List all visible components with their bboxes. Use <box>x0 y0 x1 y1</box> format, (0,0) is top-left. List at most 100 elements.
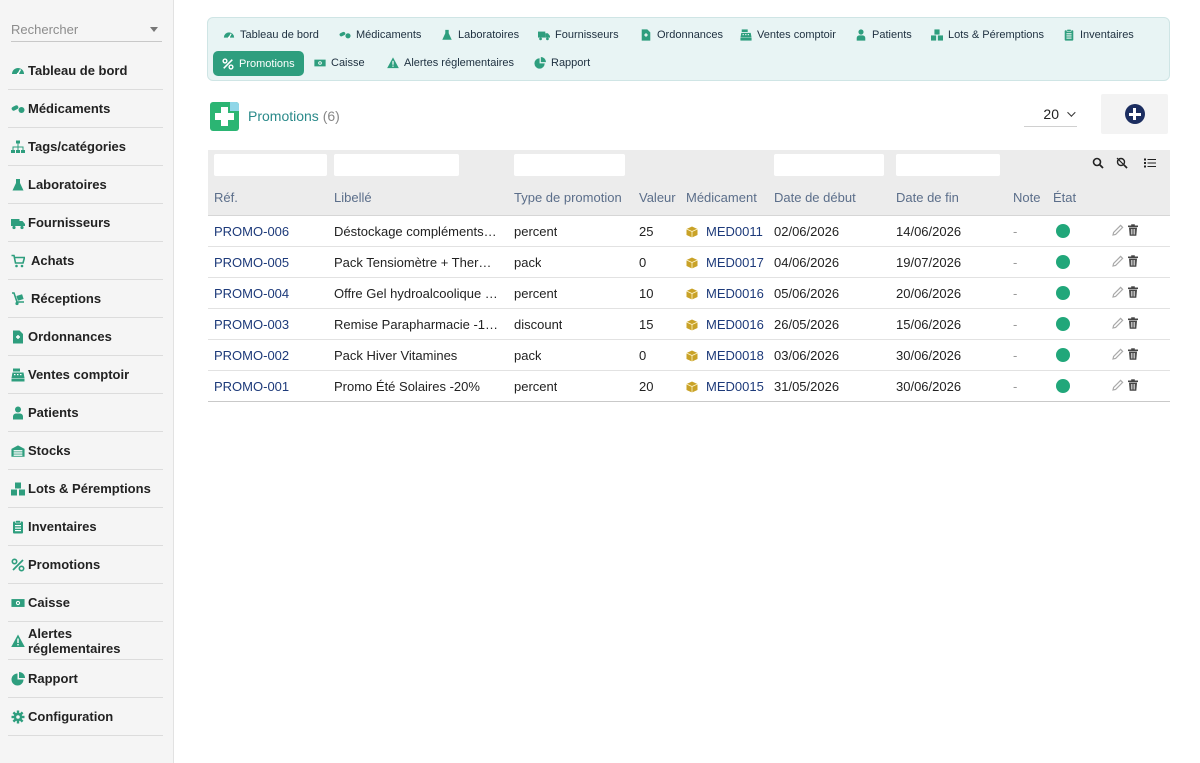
list-columns-icon[interactable] <box>1144 157 1156 169</box>
table-row[interactable]: PROMO-006 Déstockage compléments -... perc… <box>208 216 1170 247</box>
filter-start-date-input[interactable] <box>774 154 884 176</box>
sidebar-item-m-dicaments[interactable]: Médicaments <box>8 90 163 128</box>
sidebar-item-fournisseurs[interactable]: Fournisseurs <box>8 204 163 242</box>
promo-ref-link[interactable]: PROMO-002 <box>214 348 289 363</box>
filter-label-input[interactable] <box>334 154 459 176</box>
sidebar-item-tags-cat-gories[interactable]: Tags/catégories <box>8 128 163 166</box>
delete-trash-icon[interactable] <box>1127 286 1139 298</box>
sidebar-item-laboratoires[interactable]: Laboratoires <box>8 166 163 204</box>
medication-link[interactable]: MED0018 <box>686 348 764 363</box>
nav-tab-m-dicaments[interactable]: Médicaments <box>333 23 427 47</box>
nav-tab-laboratoires[interactable]: Laboratoires <box>435 23 525 47</box>
percent-icon <box>222 57 234 70</box>
sidebar-item-lots-p-remptions[interactable]: Lots & Péremptions <box>8 470 163 508</box>
filter-end-date-input[interactable] <box>896 154 1000 176</box>
promo-note: - <box>1013 255 1018 270</box>
edit-pencil-icon[interactable] <box>1112 286 1124 298</box>
edit-pencil-icon[interactable] <box>1112 317 1124 329</box>
row-actions <box>1112 317 1139 329</box>
sidebar-item-ordonnances[interactable]: Ordonnances <box>8 318 163 356</box>
nav-tab-patients[interactable]: Patients <box>849 23 918 47</box>
sidebar-item-inventaires[interactable]: Inventaires <box>8 508 163 546</box>
clear-filter-icon[interactable] <box>1116 157 1128 169</box>
sidebar-item-patients[interactable]: Patients <box>8 394 163 432</box>
column-header-start-date[interactable]: Date de début <box>774 190 856 205</box>
delete-trash-icon[interactable] <box>1127 348 1139 360</box>
status-active-dot <box>1056 286 1070 300</box>
sidebar-item-alertes-r-glementaires[interactable]: Alertes réglementaires <box>8 622 163 660</box>
edit-pencil-icon[interactable] <box>1112 224 1124 236</box>
edit-pencil-icon[interactable] <box>1112 255 1124 267</box>
sidebar-item-tableau-de-bord[interactable]: Tableau de bord <box>8 52 163 90</box>
nav-tab-caisse[interactable]: Caisse <box>308 51 371 75</box>
nav-tab-inventaires[interactable]: Inventaires <box>1057 23 1140 47</box>
filter-ref-input[interactable] <box>214 154 327 176</box>
edit-pencil-icon[interactable] <box>1112 348 1124 360</box>
end-date: 20/06/2026 <box>896 286 962 301</box>
nav-tab-alertes-r-glementaires[interactable]: Alertes réglementaires <box>381 51 520 75</box>
edit-pencil-icon[interactable] <box>1112 379 1124 391</box>
end-date: 15/06/2026 <box>896 317 962 332</box>
sidebar-item-caisse[interactable]: Caisse <box>8 584 163 622</box>
promo-ref-link[interactable]: PROMO-001 <box>214 379 289 394</box>
promo-ref-link[interactable]: PROMO-006 <box>214 224 289 239</box>
nav-tab-fournisseurs[interactable]: Fournisseurs <box>532 23 625 47</box>
sidebar-item-label: Patients <box>28 405 79 420</box>
column-header-end-date[interactable]: Date de fin <box>896 190 959 205</box>
medication-link[interactable]: MED0011 <box>686 224 763 239</box>
medication-code: MED0011 <box>706 224 763 239</box>
sidebar-item-promotions[interactable]: Promotions <box>8 546 163 584</box>
promo-ref-link[interactable]: PROMO-004 <box>214 286 289 301</box>
delete-trash-icon[interactable] <box>1127 224 1139 236</box>
medication-link[interactable]: MED0016 <box>686 317 764 332</box>
medication-link[interactable]: MED0017 <box>686 255 764 270</box>
promo-value: 25 <box>639 224 654 239</box>
nav-tab-tableau-de-bord[interactable]: Tableau de bord <box>217 23 325 47</box>
search-select[interactable]: Rechercher <box>11 18 162 42</box>
sidebar-item-configuration[interactable]: Configuration <box>8 698 163 736</box>
per-page-select[interactable]: 20 <box>1024 101 1077 127</box>
table-row[interactable]: PROMO-004 Offre Gel hydroalcoolique -1...… <box>208 278 1170 309</box>
column-header-type[interactable]: Type de promotion <box>514 190 622 205</box>
promo-ref-link[interactable]: PROMO-003 <box>214 317 289 332</box>
nav-tab-rapport[interactable]: Rapport <box>528 51 596 75</box>
delete-trash-icon[interactable] <box>1127 317 1139 329</box>
nav-tab-ventes-comptoir[interactable]: Ventes comptoir <box>734 23 842 47</box>
column-header-label[interactable]: Libellé <box>334 190 372 205</box>
filter-type-input[interactable] <box>514 154 625 176</box>
gear-icon <box>11 710 25 724</box>
column-header-state[interactable]: État <box>1053 190 1076 205</box>
money-bill-icon <box>11 596 25 610</box>
nav-tab-ordonnances[interactable]: Ordonnances <box>634 23 729 47</box>
promo-ref-link[interactable]: PROMO-005 <box>214 255 289 270</box>
sidebar-item-r-ceptions[interactable]: Réceptions <box>8 280 163 318</box>
sidebar-item-achats[interactable]: Achats <box>8 242 163 280</box>
promo-note: - <box>1013 286 1018 301</box>
boxes-icon <box>11 482 25 496</box>
promo-type: discount <box>514 317 563 332</box>
nav-tab-label: Fournisseurs <box>555 29 619 41</box>
sidebar-item-stocks[interactable]: Stocks <box>8 432 163 470</box>
add-promotion-button[interactable] <box>1101 94 1168 134</box>
promo-value: 0 <box>639 348 647 363</box>
delete-trash-icon[interactable] <box>1127 379 1139 391</box>
column-header-value[interactable]: Valeur <box>639 190 676 205</box>
nav-tab-promotions[interactable]: Promotions <box>213 51 304 76</box>
medication-link[interactable]: MED0016 <box>686 286 764 301</box>
nav-tab-lots-p-remptions[interactable]: Lots & Péremptions <box>925 23 1050 47</box>
table-row[interactable]: PROMO-001 Promo Été Solaires -20% percent 2… <box>208 371 1170 402</box>
column-header-note[interactable]: Note <box>1013 190 1040 205</box>
table-row[interactable]: PROMO-002 Pack Hiver Vitamines pack 0 MED001… <box>208 340 1170 371</box>
warehouse-icon <box>11 444 25 458</box>
column-header-medication[interactable]: Médicament <box>686 190 757 205</box>
search-icon[interactable] <box>1092 157 1104 169</box>
delete-trash-icon[interactable] <box>1127 255 1139 267</box>
medication-link[interactable]: MED0015 <box>686 379 764 394</box>
nav-tab-label: Laboratoires <box>458 29 520 41</box>
sidebar-item-rapport[interactable]: Rapport <box>8 660 163 698</box>
table-row[interactable]: PROMO-003 Remise Parapharmacie -15% discou… <box>208 309 1170 340</box>
sitemap-icon <box>11 140 25 154</box>
sidebar-item-ventes-comptoir[interactable]: Ventes comptoir <box>8 356 163 394</box>
column-header-ref[interactable]: Réf. <box>214 190 238 205</box>
table-row[interactable]: PROMO-005 Pack Tensiomètre + Thermo... pac… <box>208 247 1170 278</box>
